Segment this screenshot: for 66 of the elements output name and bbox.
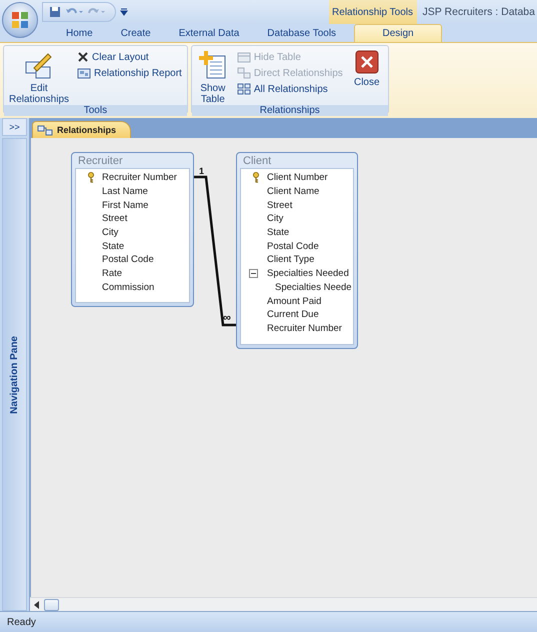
ribbon-button[interactable]: Close (348, 50, 385, 105)
field-name[interactable]: Amount Paid (267, 296, 322, 307)
field-name[interactable]: Current Due (267, 309, 319, 320)
field-name[interactable]: Street (102, 213, 128, 224)
window-title: JSP Recruiters : Databa (422, 6, 536, 18)
field-name[interactable]: City (267, 213, 284, 224)
tables-icon (236, 67, 251, 79)
relationship-line[interactable] (194, 176, 236, 326)
pane-label: Navigation Pane (9, 336, 20, 414)
field-name[interactable]: Recruiter Number (102, 172, 177, 184)
office-button[interactable] (2, 2, 38, 38)
table-window[interactable]: Recruiter Recruiter Number Last Name First Name Street City State Postal Code Rate Commission (71, 152, 194, 307)
table-title: Recruiter (77, 154, 124, 168)
close-icon (354, 50, 379, 74)
tables-icon (236, 83, 251, 95)
many-side-label: ∞ (223, 314, 231, 323)
field-name[interactable]: Recruiter Number (267, 322, 342, 334)
field-name[interactable]: Commission (102, 282, 154, 293)
field-name[interactable]: Street (267, 200, 292, 211)
save-icon (49, 6, 61, 18)
field-name[interactable]: Specialties Neede (275, 282, 352, 293)
ribbon-tab[interactable]: Create (106, 24, 165, 42)
field-name[interactable]: First Name (102, 200, 148, 211)
field-name[interactable]: Specialties Needed (267, 268, 349, 280)
field-name[interactable]: City (102, 227, 118, 238)
ribbon-tab[interactable]: Design (354, 24, 442, 42)
add-table-icon (198, 50, 227, 80)
table-icon (236, 51, 251, 63)
key-icon (87, 172, 95, 184)
navigation-pane[interactable]: Navigation Pane (2, 138, 27, 611)
ribbon-button[interactable]: Relationship Report (75, 66, 184, 80)
ribbon-button[interactable]: All Relationships (234, 82, 345, 96)
field-name[interactable]: Postal Code (267, 240, 319, 252)
report-icon (77, 67, 91, 79)
expand-pane-button[interactable]: >> (2, 118, 27, 136)
field-name[interactable]: Last Name (102, 186, 148, 198)
status-text: Ready (7, 616, 36, 628)
ribbon-tab[interactable]: External Data (164, 24, 254, 42)
table-title: Client (242, 154, 272, 168)
table-window[interactable]: Client Client Number Client Name Street City State Postal Code Client Type Specialties Needed Specialties Neede Amount Paid Current Due Recruiter Number (236, 152, 358, 349)
field-name[interactable]: Client Number (267, 172, 328, 184)
contextual-tab-label: Relationship Tools (328, 0, 417, 24)
collapse-icon[interactable] (248, 269, 258, 278)
ribbon-tab[interactable]: Database Tools (253, 24, 350, 42)
field-name[interactable]: State (102, 240, 124, 252)
field-name[interactable]: Postal Code (102, 254, 154, 266)
ribbon-button[interactable]: Edit Relationships (7, 50, 71, 105)
ribbon-tab[interactable]: Home (52, 24, 107, 42)
left-arrow-icon (34, 600, 40, 608)
key-icon (252, 172, 260, 184)
horizontal-scrollbar[interactable] (30, 597, 537, 611)
relationships-icon (37, 124, 53, 136)
dropdown-icon (120, 8, 128, 16)
field-name[interactable]: State (267, 227, 290, 238)
ribbon-button[interactable]: Show Table (194, 50, 231, 105)
logo-icon (10, 10, 30, 30)
x-icon (77, 51, 89, 63)
field-name[interactable]: Client Type (267, 254, 314, 266)
one-side-label: 1 (199, 167, 204, 176)
document-tab[interactable]: Relationships (32, 121, 132, 138)
group-label: Relationships (192, 105, 388, 116)
ribbon-button[interactable]: Clear Layout (75, 50, 184, 64)
scroll-thumb[interactable] (44, 598, 59, 610)
field-name[interactable]: Rate (102, 268, 122, 280)
group-label: Tools (4, 105, 187, 116)
field-name[interactable]: Client Name (267, 186, 320, 198)
